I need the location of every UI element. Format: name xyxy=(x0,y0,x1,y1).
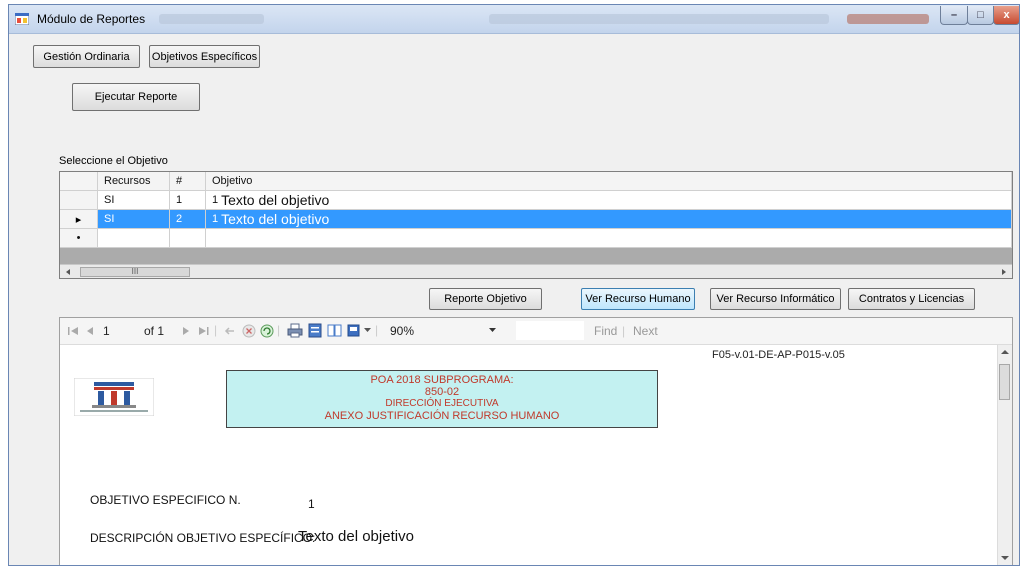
row-header-corner xyxy=(60,172,98,191)
table-row[interactable]: SI 1 1 Texto del objetivo xyxy=(60,191,1012,210)
table-row-selected[interactable]: ▸ SI 2 1 Texto del objetivo xyxy=(60,210,1012,229)
find-separator: | xyxy=(622,324,626,338)
report-title-line: POA 2018 SUBPROGRAMA: xyxy=(370,374,514,386)
blurred-title-region xyxy=(847,14,929,24)
zoom-select[interactable]: 90% xyxy=(386,321,506,340)
toolbar-separator: | xyxy=(214,323,218,337)
window-title: Módulo de Reportes xyxy=(37,12,146,26)
report-title-line: ANEXO JUSTIFICACIÓN RECURSO HUMANO xyxy=(324,410,560,422)
cell-objetivo-prefix: 1 xyxy=(212,213,219,225)
scroll-up-icon[interactable] xyxy=(1001,349,1009,355)
toolbar-separator: | xyxy=(277,323,281,337)
blurred-title-region xyxy=(159,14,264,24)
grid-header-row: Recursos # Objetivo xyxy=(60,172,1012,191)
cell-number[interactable]: 2 xyxy=(170,210,206,229)
report-vertical-scrollbar[interactable] xyxy=(997,345,1012,565)
export-dropdown-icon[interactable] xyxy=(364,328,371,333)
scroll-left-icon[interactable] xyxy=(64,268,72,276)
page-setup-icon[interactable] xyxy=(327,324,343,337)
zoom-dropdown-icon[interactable] xyxy=(489,328,496,333)
grid-horizontal-scrollbar[interactable]: III xyxy=(60,264,1012,278)
stop-icon[interactable] xyxy=(242,324,256,338)
next-page-icon[interactable] xyxy=(181,326,191,336)
descripcion-label: DESCRIPCIÓN OBJETIVO ESPECÍFICO: xyxy=(90,531,316,545)
find-text-input[interactable] xyxy=(516,321,584,340)
grid-label: Seleccione el Objetivo xyxy=(59,155,168,167)
report-page: F05-v.01-DE-AP-P015-v.05 POA 2018 SUBPRO… xyxy=(60,345,998,565)
main-window: Módulo de Reportes – □ x Gestión Ordinar… xyxy=(8,4,1020,566)
app-icon xyxy=(15,13,29,25)
gestion-ordinaria-button[interactable]: Gestión Ordinaria xyxy=(33,45,140,68)
report-title-banner: POA 2018 SUBPROGRAMA: 850-02 DIRECCIÓN E… xyxy=(226,370,658,428)
previous-page-icon[interactable] xyxy=(85,326,95,336)
report-title-line: DIRECCIÓN EJECUTIVA xyxy=(385,398,499,409)
cell-objetivo-prefix: 1 xyxy=(212,194,219,206)
objetivos-especificos-button[interactable]: Objetivos Específicos xyxy=(149,45,260,68)
back-icon[interactable] xyxy=(224,325,236,337)
page-number-input[interactable]: 1 xyxy=(103,324,110,338)
objetivos-grid[interactable]: Recursos # Objetivo SI 1 1 Texto del obje… xyxy=(59,171,1013,279)
maximize-button[interactable]: □ xyxy=(967,6,994,25)
report-title-line: 850-02 xyxy=(424,386,460,398)
report-viewer: 1 of 1 | | | 90% Find | Next F05-v.01-DE… xyxy=(59,317,1013,565)
scroll-right-icon[interactable] xyxy=(1000,268,1008,276)
cell-objetivo-text: Texto del objetivo xyxy=(221,192,330,208)
contratos-licencias-button[interactable]: Contratos y Licencias xyxy=(848,288,975,310)
ejecutar-reporte-button[interactable]: Ejecutar Reporte xyxy=(72,83,200,111)
objetivo-number-label: OBJETIVO ESPECIFICO N. xyxy=(90,493,241,507)
institution-logo xyxy=(74,378,154,416)
reporte-objetivo-button[interactable]: Reporte Objetivo xyxy=(429,288,542,310)
first-page-icon[interactable] xyxy=(68,326,80,336)
row-header[interactable] xyxy=(60,191,98,210)
next-link[interactable]: Next xyxy=(633,324,658,338)
title-bar: Módulo de Reportes – □ x xyxy=(9,5,1019,34)
scroll-down-icon[interactable] xyxy=(1001,555,1009,561)
column-header-objetivo[interactable]: Objetivo xyxy=(206,172,1012,191)
minimize-button[interactable]: – xyxy=(940,6,968,25)
blurred-title-region xyxy=(489,14,829,24)
cell-recursos[interactable]: SI xyxy=(98,191,170,210)
cell-number[interactable]: 1 xyxy=(170,191,206,210)
ver-recurso-informatico-button[interactable]: Ver Recurso Informático xyxy=(710,288,841,310)
close-button[interactable]: x xyxy=(993,6,1019,25)
scroll-thumb[interactable]: III xyxy=(80,267,190,277)
scroll-thumb[interactable] xyxy=(999,364,1010,400)
cell-objetivo[interactable]: 1 Texto del objetivo xyxy=(206,191,1012,210)
cell-objetivo-empty[interactable] xyxy=(206,229,1012,248)
find-link[interactable]: Find xyxy=(594,324,617,338)
cell-recursos-empty[interactable] xyxy=(98,229,170,248)
current-row-indicator[interactable]: ▸ xyxy=(60,210,98,229)
refresh-icon[interactable] xyxy=(260,324,274,338)
last-page-icon[interactable] xyxy=(197,326,209,336)
new-row-marker[interactable]: • xyxy=(60,229,98,248)
cell-objetivo-text: Texto del objetivo xyxy=(221,211,330,227)
zoom-value: 90% xyxy=(390,324,415,338)
column-header-recursos[interactable]: Recursos xyxy=(98,172,170,191)
toolbar-separator: | xyxy=(375,323,379,337)
print-layout-icon[interactable] xyxy=(308,323,322,338)
ver-recurso-humano-button[interactable]: Ver Recurso Humano xyxy=(581,288,695,310)
column-header-number[interactable]: # xyxy=(170,172,206,191)
cell-recursos[interactable]: SI xyxy=(98,210,170,229)
viewer-toolbar: 1 of 1 | | | 90% Find | Next xyxy=(60,318,1012,345)
cell-objetivo[interactable]: 1 Texto del objetivo xyxy=(206,210,1012,229)
new-row[interactable]: • xyxy=(60,229,1012,248)
cell-number-empty[interactable] xyxy=(170,229,206,248)
form-code: F05-v.01-DE-AP-P015-v.05 xyxy=(712,349,845,361)
page-count-label: of 1 xyxy=(144,324,165,338)
export-icon[interactable] xyxy=(347,323,363,338)
objetivo-number-value: 1 xyxy=(308,497,315,511)
print-icon[interactable] xyxy=(287,323,303,338)
descripcion-value: Texto del objetivo xyxy=(298,528,414,545)
